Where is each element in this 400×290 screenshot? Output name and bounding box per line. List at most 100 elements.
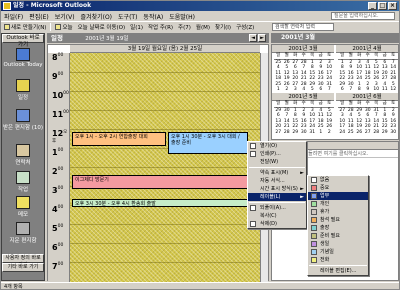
calendar-day[interactable]: 5 <box>308 87 317 93</box>
calendar-day[interactable]: 29 <box>291 130 300 136</box>
label-none[interactable]: 없음 <box>308 176 368 184</box>
menu-edit[interactable]: 편집(E) <box>29 12 49 21</box>
ctx-open[interactable]: 열기(O) <box>248 142 306 150</box>
ctx-label[interactable]: 레이블(L) ► <box>248 193 306 201</box>
ctx-print[interactable]: 인쇄(P)... <box>248 150 306 158</box>
calendar-day[interactable]: 1 <box>274 87 283 93</box>
slot-divider <box>70 167 260 168</box>
previous-day-button[interactable]: ◄ <box>249 34 257 42</box>
new-button[interactable]: 새로 만들기(N) <box>3 23 47 31</box>
close-button[interactable]: × <box>388 2 397 10</box>
other-shortcuts-button[interactable]: 기타 바로 가기 <box>2 263 44 272</box>
calendar-day[interactable]: 31 <box>308 130 317 136</box>
time-column: 800 900 1000 1100 12오후 100 200 300 400 5… <box>48 53 70 282</box>
inbox-icon <box>16 109 30 122</box>
label-important[interactable]: 중요 <box>308 184 368 192</box>
calendar-day[interactable]: 26 <box>355 130 364 136</box>
shortcut-outlook-today[interactable]: Outlook Today <box>2 48 44 68</box>
find-button[interactable]: 찾기(I) <box>214 23 232 31</box>
label-must-attend[interactable]: 참석 필요 <box>308 216 368 224</box>
calendar-day[interactable]: 2 <box>283 87 292 93</box>
hour-label: 100 <box>52 148 64 157</box>
goto-today-button[interactable]: 오늘 날짜로 이동(O) <box>77 23 127 31</box>
calendar-day[interactable]: 6 <box>338 87 347 93</box>
calendar-day[interactable]: 6 <box>317 87 326 93</box>
calendar-day[interactable]: 8 <box>355 87 364 93</box>
calendar-day[interactable]: 11 <box>381 87 390 93</box>
menu-actions[interactable]: 동작(A) <box>143 12 163 21</box>
shortcut-notes[interactable]: 메모 <box>2 196 44 218</box>
edit-labels[interactable]: 레이블 편집(E)... <box>308 267 368 275</box>
ctx-forward[interactable]: 전달(W) <box>248 158 306 166</box>
folder-banner: 일정 2001년 3월 19일 ◄ ► <box>47 33 269 43</box>
label-swatch <box>311 249 317 255</box>
label-anniversary[interactable]: 기념일 <box>308 248 368 256</box>
calendar-day[interactable]: 7 <box>347 87 356 93</box>
label-vacation[interactable]: 휴가 <box>308 208 368 216</box>
minimize-button[interactable]: _ <box>368 2 377 10</box>
today-button[interactable]: 오늘 <box>54 23 73 31</box>
appointment[interactable]: 오후 1시 - 오후 2시 연합출장 대회 <box>72 132 166 146</box>
menu-help[interactable]: 도움말(H) <box>169 12 195 21</box>
label-phone-call[interactable]: 전화 <box>308 256 368 264</box>
ctx-autoformat[interactable]: 자동 서식... <box>248 177 306 185</box>
calendar-day[interactable]: 28 <box>283 130 292 136</box>
shortcut-inbox[interactable]: 받은 편지함 (10) <box>2 109 44 131</box>
ctx-time-display[interactable]: 시간 표시 방식(S) ► <box>248 185 306 193</box>
outlook-shortcuts-header[interactable]: Outlook 바로 가기 <box>2 34 44 48</box>
ctx-copy[interactable]: 복사(C) <box>248 212 306 220</box>
appointment[interactable]: 오후 3시 30분 - 오후 4시 환송회 출발 <box>72 199 248 207</box>
ctx-recurrence[interactable]: 되풀이(A)... <box>248 204 306 212</box>
menu-tools[interactable]: 도구(T) <box>118 12 137 21</box>
calendar-day[interactable]: 28 <box>372 130 381 136</box>
day-view-button[interactable]: 일(1) <box>129 23 144 31</box>
shortcut-deleted-items[interactable]: 지운 편지함 <box>2 222 44 244</box>
menu-separator <box>309 265 367 266</box>
organize-button[interactable]: 구성(Z) <box>235 23 255 31</box>
shortcut-calendar[interactable]: 일정 <box>2 79 44 101</box>
time-slots[interactable]: 오후 1시 - 오후 2시 연합출장 대회 오후 1시 30분 - 오후 3시 … <box>70 53 260 282</box>
month-button[interactable]: 월(M) <box>195 23 211 31</box>
week-button[interactable]: 주(7) <box>177 23 192 31</box>
calendar-day[interactable]: 9 <box>364 87 373 93</box>
shortcut-label: 작업 <box>17 187 29 193</box>
menu-favorites[interactable]: 즐겨찾기(O) <box>81 12 113 21</box>
shortcut-contacts[interactable]: 연락처 <box>2 144 44 166</box>
calendar-day[interactable]: 10 <box>372 87 381 93</box>
calendar-day[interactable]: 2 <box>325 130 334 136</box>
hour-label: 12오후 <box>52 129 68 144</box>
ctx-delete[interactable]: 삭제(D) <box>248 220 306 228</box>
ctx-show-as[interactable]: 약속 표시(M) ► <box>248 169 306 177</box>
hour-label: 200 <box>52 167 64 176</box>
menu-file[interactable]: 파일(F) <box>4 12 23 21</box>
label-travel[interactable]: 출장 <box>308 224 368 232</box>
appointment[interactable]: 이그제디 방문기 <box>72 175 248 189</box>
calendar-day[interactable]: 7 <box>325 87 334 93</box>
calendar-day[interactable]: 24 <box>338 130 347 136</box>
calendar-day[interactable]: 12 <box>389 87 398 93</box>
menu-view[interactable]: 보기(V) <box>55 12 75 21</box>
slot-divider <box>70 110 260 111</box>
my-shortcuts-button[interactable]: 사용자 정의 바로 가기 <box>2 254 44 268</box>
calendar-day[interactable]: 27 <box>364 130 373 136</box>
calendar-day[interactable]: 30 <box>300 130 309 136</box>
calendar-day[interactable]: 1 <box>317 130 326 136</box>
maximize-button[interactable]: □ <box>378 2 387 10</box>
label-swatch <box>311 241 317 247</box>
work-week-button[interactable]: 작업 주(R) <box>147 23 174 31</box>
help-question-input[interactable]: 질문을 입력하십시오. <box>331 12 395 20</box>
shortcut-tasks[interactable]: 작업 <box>2 171 44 193</box>
label-personal[interactable]: 개인 <box>308 200 368 208</box>
calendar-day[interactable]: 27 <box>274 130 283 136</box>
next-day-button[interactable]: ► <box>258 34 266 42</box>
label-birthday[interactable]: 생일 <box>308 240 368 248</box>
calendar-day[interactable]: 4 <box>300 87 309 93</box>
find-contact-input[interactable]: 검색할 연락처 입력 <box>272 23 334 31</box>
calendar-day[interactable]: 29 <box>381 130 390 136</box>
label-needs-prep[interactable]: 준비 필요 <box>308 232 368 240</box>
label-business[interactable]: 업무 <box>308 192 368 200</box>
calendar-day[interactable]: 25 <box>347 130 356 136</box>
calendar-day[interactable]: 3 <box>291 87 300 93</box>
calendar-day[interactable]: 30 <box>389 130 398 136</box>
appointment[interactable]: 오후 1시 30분 - 오후 3시 대회 / 출장 준비 <box>168 132 248 154</box>
